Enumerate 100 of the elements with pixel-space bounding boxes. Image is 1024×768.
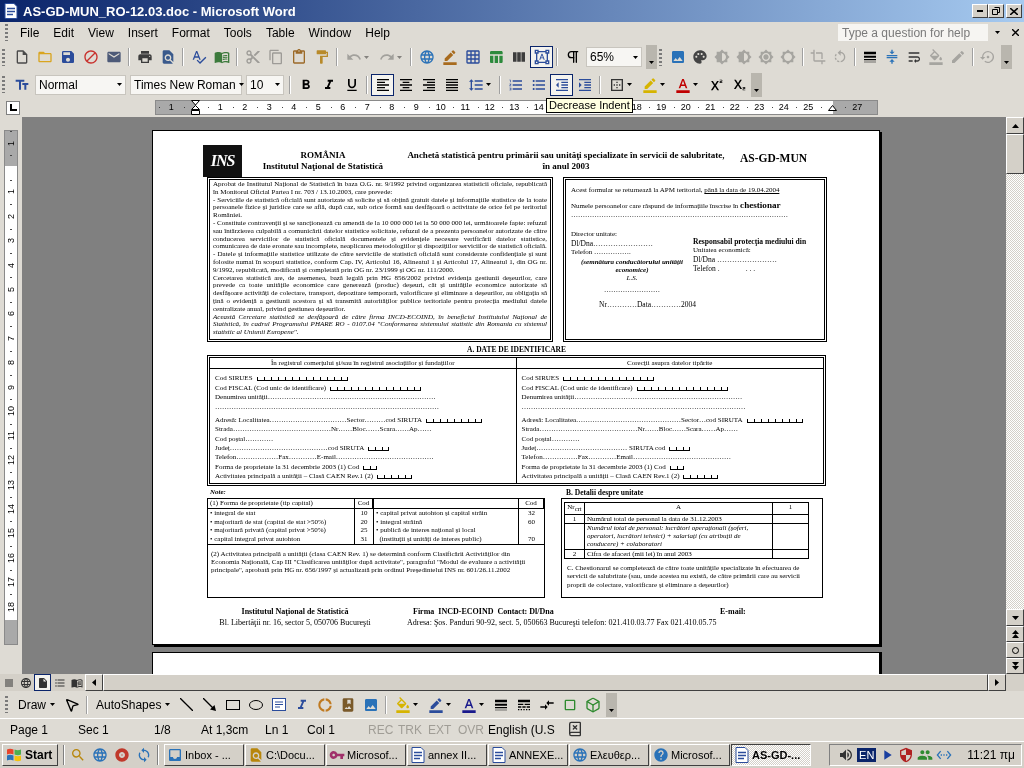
draw-menu-button[interactable]: Draw — [13, 693, 60, 716]
ruler-number: 5 — [6, 287, 16, 293]
sync-icon[interactable] — [136, 747, 152, 763]
menu-item[interactable]: File — [13, 23, 47, 42]
menu-item[interactable]: Window — [301, 23, 359, 42]
status-page: Page 1 — [10, 723, 50, 737]
window-title: AS-GD-MUN_RO-12.03.doc - Microsoft Word — [23, 3, 297, 19]
align-left-button[interactable] — [371, 73, 394, 96]
previous-page-button[interactable] — [1006, 626, 1024, 642]
status-language[interactable]: English (U.S — [488, 723, 567, 737]
scroll-up-button[interactable] — [1006, 117, 1024, 134]
caret-icon — [632, 55, 638, 59]
taskbar-button[interactable]: Ελευθερ... — [569, 744, 649, 766]
start-button[interactable]: Start — [2, 744, 58, 766]
style-dropdown[interactable]: Normal — [35, 74, 126, 95]
grip-handle[interactable] — [2, 76, 5, 93]
input-language-indicator[interactable]: EN — [857, 748, 877, 762]
bulleted-list-icon — [53, 676, 66, 689]
double-down-arrow-icon — [1011, 662, 1019, 670]
vertical-ruler[interactable]: 1 1 2 3 4 5 6 7 8 9 10 11 12 13 14 15 16 17 18 — [4, 130, 18, 645]
ruler-number: 9 — [6, 384, 16, 390]
menu-item[interactable]: Tools — [216, 23, 259, 42]
text-box-icon — [271, 698, 286, 711]
arrow-icon — [203, 698, 217, 711]
ruler-number: 10 — [435, 103, 446, 112]
print-layout-view-button[interactable] — [34, 674, 51, 691]
scroll-thumb[interactable] — [103, 674, 988, 691]
next-page-button[interactable] — [1006, 658, 1024, 674]
ruler-number: 5 — [315, 103, 321, 112]
caret-icon — [116, 83, 122, 86]
autoshapes-menu-button[interactable]: AutoShapes — [91, 693, 176, 716]
menu-item[interactable]: View — [81, 23, 121, 42]
toolbar-options-button[interactable] — [751, 72, 762, 97]
scissors-icon — [244, 49, 261, 65]
status-position: At 1,3cm — [201, 723, 250, 737]
caret-icon — [660, 83, 665, 86]
toolbar-options-button[interactable] — [646, 45, 657, 69]
taskbar-button[interactable]: AS-GD-... — [731, 744, 811, 766]
taskbar-button[interactable]: Microsof... — [650, 744, 730, 766]
form-code: AS-GD-MUN — [739, 151, 808, 165]
taskbar-button[interactable]: Inbox - ... — [164, 744, 244, 766]
grip-handle[interactable] — [5, 696, 8, 713]
double-up-arrow-icon — [1011, 630, 1019, 638]
ruler-number: 14 — [533, 103, 544, 112]
help-search-field[interactable]: Type a question for help — [838, 24, 988, 41]
ruler-number: 12 — [6, 455, 16, 466]
ruler-number: 7 — [364, 103, 370, 112]
minimize-icon — [977, 10, 983, 12]
grip-handle[interactable] — [2, 48, 5, 66]
restore-button[interactable] — [988, 4, 1004, 18]
font-dropdown[interactable]: Times New Roman — [130, 74, 242, 95]
right-indent-marker-icon[interactable] — [828, 104, 838, 111]
scroll-left-button[interactable] — [85, 674, 103, 691]
indent-marker-icon[interactable] — [191, 100, 201, 115]
circle-icon — [1011, 646, 1019, 654]
grip-handle[interactable] — [5, 24, 8, 41]
drawing-button[interactable] — [530, 46, 553, 68]
zoom-dropdown[interactable]: 65% — [586, 47, 642, 67]
toolbar-options-button[interactable] — [1001, 45, 1012, 69]
ruler-number: 2 — [242, 103, 248, 112]
tab-stop-button[interactable] — [6, 100, 20, 115]
shield-icon[interactable] — [898, 747, 915, 763]
speaker-icon[interactable] — [838, 747, 855, 763]
code-boxes-field — [669, 447, 691, 452]
menu-item[interactable]: Insert — [120, 23, 165, 42]
menu-item[interactable]: Edit — [46, 23, 82, 42]
close-button[interactable] — [1006, 4, 1022, 18]
document-icon — [734, 747, 750, 763]
select-browse-object-button[interactable] — [1006, 642, 1024, 658]
menu-item[interactable]: Help — [358, 23, 397, 42]
grip-handle[interactable] — [659, 48, 662, 66]
caret-icon — [1004, 61, 1009, 64]
code-boxes-field — [377, 475, 412, 480]
taskbar-button[interactable]: annex II... — [407, 744, 487, 766]
caret-icon — [413, 703, 419, 706]
book-error-icon[interactable] — [567, 720, 583, 737]
font-color-icon — [675, 76, 691, 93]
scroll-down-button[interactable] — [1006, 609, 1024, 626]
ruler-number: 23 — [754, 103, 765, 112]
help-icon — [653, 747, 669, 763]
taskbar-button[interactable]: ANNEXE... — [488, 744, 568, 766]
minimize-button[interactable] — [972, 4, 988, 18]
people-icon[interactable] — [917, 747, 934, 763]
globe-icon[interactable] — [92, 747, 108, 763]
menu-item[interactable]: Table — [258, 23, 302, 42]
ruler-number: 2 — [6, 213, 16, 219]
font-size-dropdown[interactable]: 10 — [246, 74, 284, 95]
align-right-icon — [420, 76, 437, 93]
taskbar-button[interactable]: Microsof... — [326, 744, 406, 766]
toolbar-options-button[interactable] — [606, 692, 618, 717]
menu-item[interactable]: Format — [164, 23, 217, 42]
rotate-left-icon — [832, 49, 848, 65]
taskbar-button[interactable]: C:\Docu... — [245, 744, 325, 766]
ruler-number: 9 — [413, 103, 419, 112]
caret-icon — [364, 55, 369, 59]
page-icon — [36, 676, 49, 689]
scroll-right-button[interactable] — [988, 674, 1006, 691]
decrease-indent-button[interactable] — [550, 73, 573, 96]
folder-icon — [36, 49, 53, 65]
scroll-thumb[interactable] — [1006, 134, 1024, 174]
